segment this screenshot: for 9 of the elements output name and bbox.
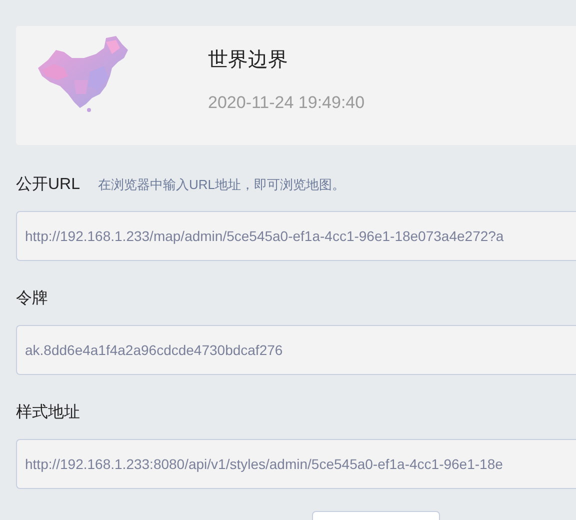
field-label: 令牌 <box>16 289 48 309</box>
map-timestamp: 2020-11-24 19:49:40 <box>208 92 365 114</box>
field-label: 公开URL <box>16 175 80 195</box>
field-label: 样式地址 <box>16 402 80 423</box>
text-field[interactable]: http://192.168.1.233:8080/api/v1/styles/admin/5ce545a0-ef1a-4cc1-96e1-18e <box>16 439 576 489</box>
map-title: 世界边界 <box>208 48 289 72</box>
field-hint: 在浏览器中输入URL地址，即可浏览地图。 <box>98 176 346 194</box>
text-field[interactable]: ak.8dd6e4a1f4a2a96cdcde4730bdcaf276 <box>16 325 576 375</box>
text-field[interactable]: http://192.168.1.233/map/admin/5ce545a0-ef1a-4cc1-96e1-18e073a4e272?a <box>16 211 576 261</box>
